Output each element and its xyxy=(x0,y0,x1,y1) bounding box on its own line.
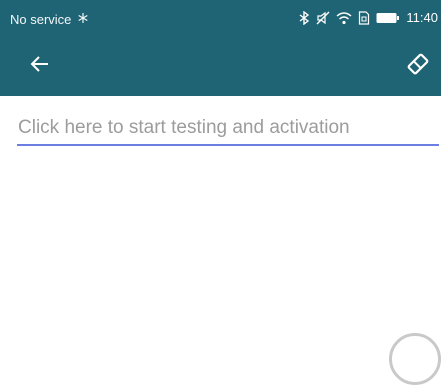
circle-button[interactable] xyxy=(389,333,441,385)
sim-icon xyxy=(358,10,370,25)
battery-icon xyxy=(376,12,400,24)
activation-input[interactable] xyxy=(17,112,439,144)
clear-button[interactable] xyxy=(403,51,433,81)
bluetooth-icon xyxy=(298,10,310,25)
app-toolbar xyxy=(0,36,441,96)
status-bar: No service 11:40 xyxy=(0,0,441,36)
eraser-icon xyxy=(406,52,430,81)
wifi-icon xyxy=(336,11,352,25)
activation-field xyxy=(17,112,439,146)
carrier-text: No service xyxy=(10,12,72,27)
clock-time: 11:40 xyxy=(406,10,438,25)
asterisk-icon xyxy=(77,12,89,24)
back-button[interactable] xyxy=(26,54,54,78)
status-right: 11:40 xyxy=(298,10,438,25)
arrow-left-icon xyxy=(30,55,50,78)
mute-icon xyxy=(316,11,330,25)
status-left: No service xyxy=(10,12,89,27)
